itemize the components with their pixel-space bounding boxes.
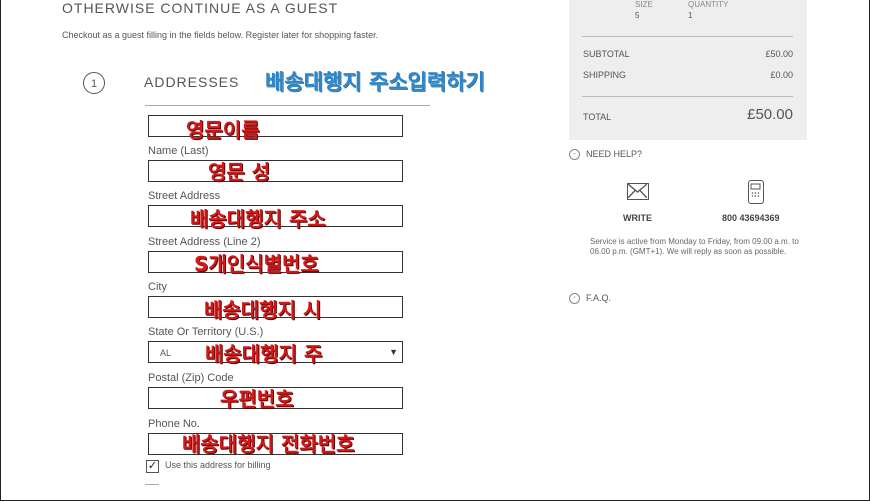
faq-toggle[interactable]: › F.A.Q. xyxy=(569,293,612,305)
envelope-icon[interactable] xyxy=(627,183,649,200)
chevron-right-icon: › xyxy=(569,293,580,305)
state-label: State Or Territory (U.S.) xyxy=(148,326,264,338)
billing-checkbox[interactable]: ✓ xyxy=(146,460,159,473)
subtotal-value: £50.00 xyxy=(765,49,793,59)
city-annotation: 배송대행지 시 xyxy=(204,298,322,322)
divider xyxy=(145,484,159,485)
step-number: 1 xyxy=(83,72,105,94)
write-link[interactable]: WRITE xyxy=(623,213,652,223)
guest-heading: OTHERWISE CONTINUE AS A GUEST xyxy=(62,0,339,16)
check-icon: ✓ xyxy=(147,460,158,472)
phone-number[interactable]: 800 43694369 xyxy=(722,213,780,223)
city-label: City xyxy=(148,281,167,293)
minus-icon: – xyxy=(569,149,580,161)
last-name-label: Name (Last) xyxy=(148,145,209,157)
street2-label: Street Address (Line 2) xyxy=(148,236,261,248)
divider xyxy=(582,36,793,37)
street-label: Street Address xyxy=(148,190,221,202)
divider xyxy=(145,105,430,106)
shipping-value: £0.00 xyxy=(770,70,793,80)
first-name-annotation: 영문이름 xyxy=(186,118,260,142)
street2-annotation: S개인식별번호 xyxy=(194,252,319,276)
phone-icon[interactable] xyxy=(748,180,764,204)
need-help-label: NEED HELP? xyxy=(586,149,643,159)
quantity-value: 1 xyxy=(688,11,693,20)
subtotal-label: SUBTOTAL xyxy=(583,49,630,59)
step-annotation: 배송대행지 주소입력하기 xyxy=(265,70,485,94)
state-value: AL xyxy=(160,348,172,358)
billing-checkbox-label: Use this address for billing xyxy=(165,460,271,470)
total-value: £50.00 xyxy=(747,106,793,123)
total-label: TOTAL xyxy=(583,112,612,122)
faq-label: F.A.Q. xyxy=(586,293,612,303)
last-name-annotation: 영문 성 xyxy=(208,160,271,184)
divider xyxy=(582,96,793,97)
step-title: ADDRESSES xyxy=(144,74,240,90)
street-annotation: 배송대행지 주소 xyxy=(190,207,326,231)
shipping-label: SHIPPING xyxy=(583,70,627,80)
need-help-toggle[interactable]: – NEED HELP? xyxy=(569,149,643,161)
zip-annotation: 우편번호 xyxy=(220,387,294,411)
size-header: SIZE xyxy=(635,0,653,9)
guest-subtext: Checkout as a guest filling in the field… xyxy=(62,30,379,40)
last-name-field[interactable] xyxy=(148,160,403,182)
phone-annotation: 배송대행지 전화번호 xyxy=(182,432,355,456)
quantity-header: QUANTITY xyxy=(688,0,729,9)
size-value: 5 xyxy=(635,11,640,20)
state-annotation: 배송대행지 주 xyxy=(205,342,323,366)
chevron-down-icon: ▼ xyxy=(389,347,398,357)
service-hours-text: Service is active from Monday to Friday,… xyxy=(590,237,799,256)
